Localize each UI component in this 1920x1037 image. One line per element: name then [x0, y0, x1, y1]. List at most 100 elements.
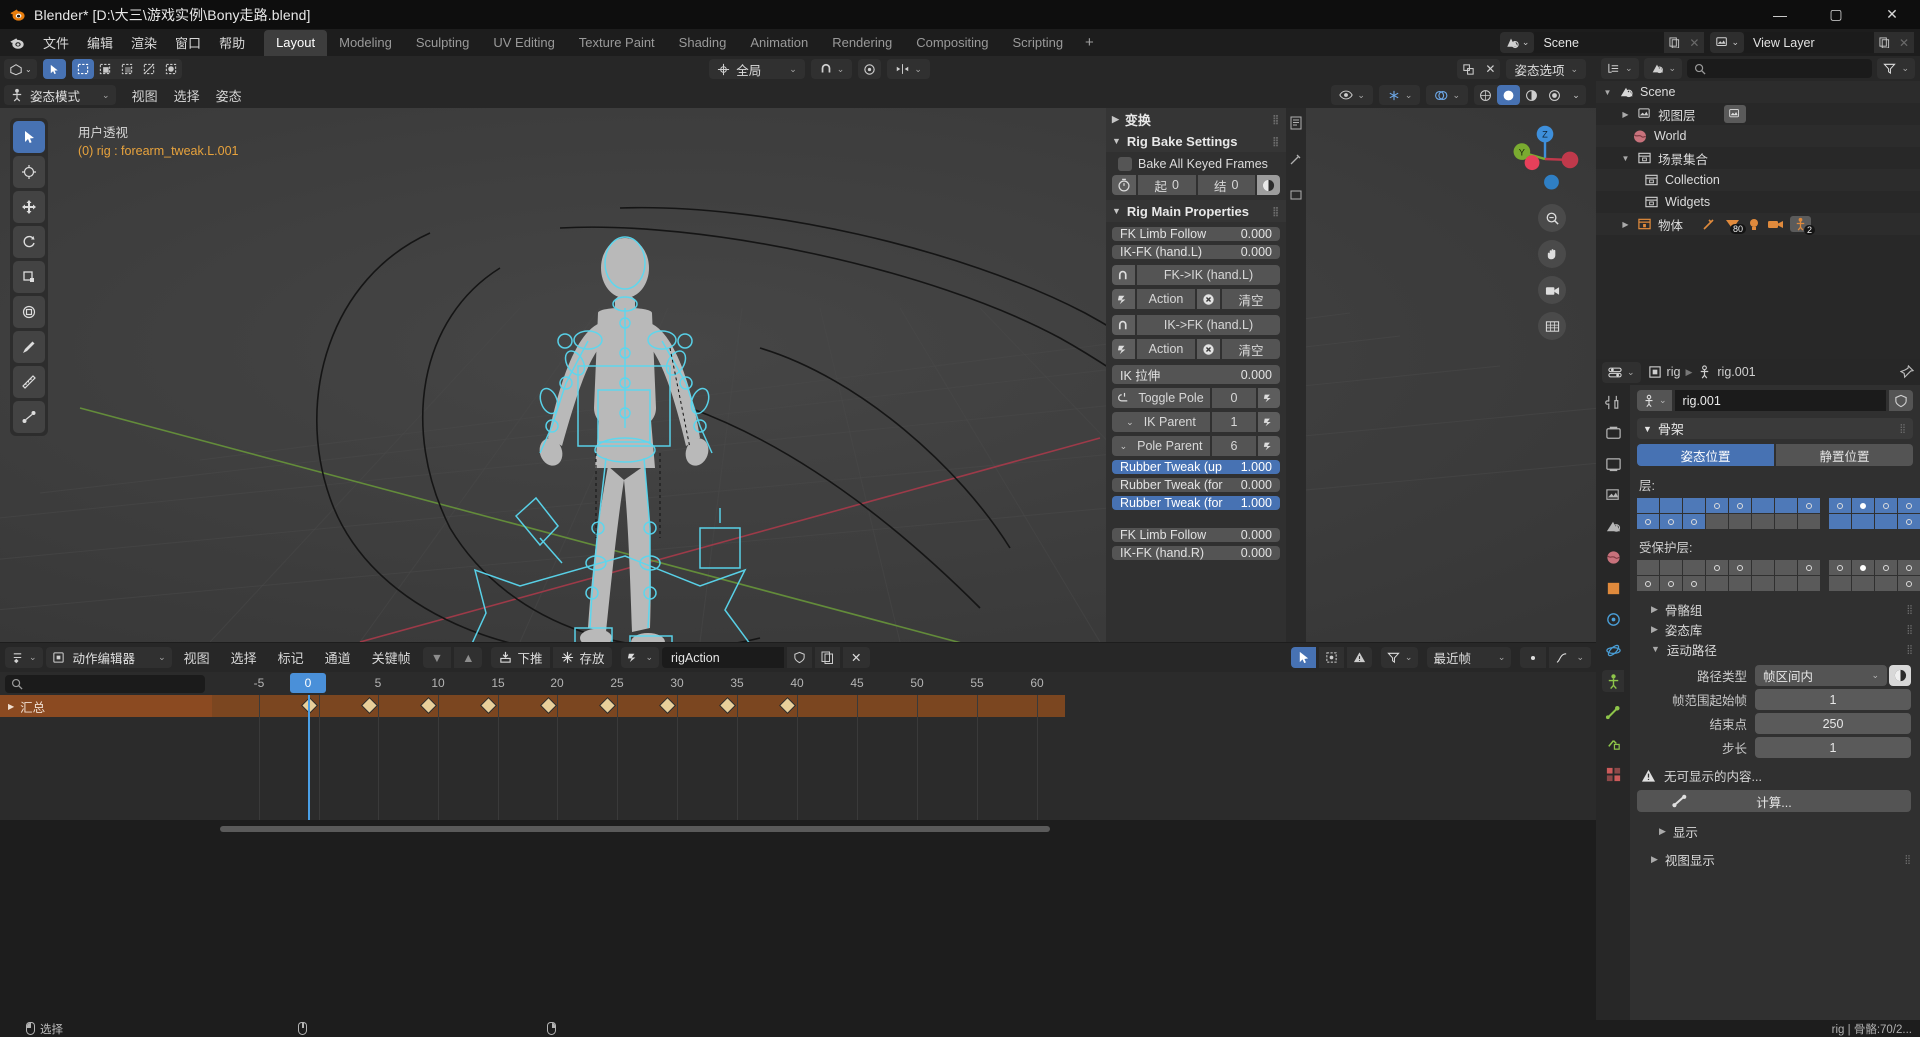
scrollbar-thumb[interactable] — [220, 826, 1050, 832]
tab-sculpting[interactable]: Sculpting — [404, 30, 481, 56]
overlays-selector[interactable]: ⌄ — [1426, 85, 1468, 105]
prop-pole-parent[interactable]: ⌄ Pole Parent 6 — [1112, 436, 1280, 456]
add-workspace-button[interactable]: + — [1075, 31, 1104, 54]
prop-value[interactable]: 0 — [1212, 388, 1256, 408]
layer-cell[interactable] — [1729, 514, 1751, 529]
action-name-field[interactable]: rigAction — [662, 647, 785, 668]
npanel-section-transform[interactable]: ▶ 变换 ⣿ — [1106, 108, 1286, 130]
armature-browse-button[interactable]: ⌄ — [1637, 390, 1672, 411]
layer-cell[interactable] — [1752, 514, 1774, 529]
duplicate-action-button[interactable] — [815, 647, 841, 668]
layer-cell[interactable] — [1798, 560, 1820, 575]
mode-selector[interactable]: 姿态模式 ⌄ — [4, 85, 116, 105]
prop-toggle-pole[interactable]: Toggle Pole 0 — [1112, 388, 1280, 408]
step-value[interactable]: 1 — [1755, 737, 1911, 758]
select-extend-icon[interactable] — [94, 59, 116, 79]
tab-layout[interactable]: Layout — [264, 29, 328, 56]
prop-fk-limb-follow-2[interactable]: FK Limb Follow 0.000 — [1112, 528, 1280, 542]
view-tab-icon[interactable] — [1289, 188, 1303, 202]
channel-search-input[interactable] — [5, 675, 205, 693]
section-pose-library[interactable]: ▶ 姿态库 ⣿ — [1637, 619, 1913, 639]
pole-parent-cell[interactable]: ⌄ Pole Parent — [1112, 436, 1210, 456]
mirror-options-selector[interactable]: ⌄ — [887, 59, 930, 79]
frame-start-value[interactable]: 1 — [1755, 689, 1911, 710]
menu-window[interactable]: 窗口 — [166, 30, 210, 55]
select-box-tool[interactable] — [42, 59, 66, 79]
layer-cell[interactable] — [1875, 514, 1897, 529]
bake-start-field[interactable]: 起 0 — [1138, 175, 1196, 195]
animate-decorator-icon[interactable] — [1258, 412, 1280, 432]
bake-all-checkbox[interactable] — [1118, 157, 1132, 171]
pin-icon[interactable] — [1900, 365, 1914, 379]
toggle-pole-cell[interactable]: Toggle Pole — [1112, 388, 1210, 408]
animate-decorator-icon[interactable] — [1258, 388, 1280, 408]
prop-ik-parent[interactable]: ⌄ IK Parent 1 — [1112, 412, 1280, 432]
proportional-falloff-icon[interactable]: ⌄ — [1549, 647, 1591, 668]
layer-cell[interactable] — [1852, 576, 1874, 591]
layer-cell[interactable] — [1898, 514, 1920, 529]
menu-render[interactable]: 渲染 — [122, 30, 166, 55]
section-display[interactable]: ▶ 显示 — [1637, 821, 1911, 841]
timeline-ruler[interactable]: -5 5 10 15 20 25 30 35 40 45 50 55 60 0 — [212, 672, 1596, 695]
shading-rendered-icon[interactable] — [1543, 85, 1566, 105]
armature-name-field[interactable]: rig.001 — [1674, 390, 1886, 411]
tool-tweak[interactable] — [13, 121, 45, 153]
prop-ikfk-hand-l[interactable]: IK-FK (hand.L) 0.000 — [1112, 245, 1280, 259]
prop-value[interactable]: 1 — [1212, 412, 1256, 432]
breadcrumb-object[interactable]: rig — [1667, 365, 1681, 379]
playhead[interactable] — [308, 695, 310, 820]
frame-end-value[interactable]: 250 — [1755, 713, 1911, 734]
layer-cell[interactable] — [1706, 498, 1728, 513]
tab-tool[interactable] — [1602, 391, 1624, 413]
layer-cell[interactable] — [1660, 514, 1682, 529]
outliner-display-mode[interactable]: ⌄ — [1643, 58, 1683, 79]
editor-type-icon[interactable]: ⌄ — [4, 59, 37, 79]
ik-parent-cell[interactable]: ⌄ IK Parent — [1112, 412, 1210, 432]
tab-armature-data[interactable] — [1602, 670, 1624, 692]
action-label[interactable]: Action — [1137, 289, 1195, 309]
keyframe-diamonds[interactable] — [212, 695, 1596, 820]
tab-compositing[interactable]: Compositing — [904, 30, 1000, 56]
dopesheet-menu-select[interactable]: 选择 — [222, 645, 266, 670]
clear-x-icon[interactable] — [1197, 289, 1220, 309]
viewport-menu-pose[interactable]: 姿态 — [208, 84, 250, 107]
tab-world[interactable] — [1602, 546, 1624, 568]
viewport-menu-select[interactable]: 选择 — [166, 84, 208, 107]
proportional-edit-icon[interactable] — [858, 59, 882, 79]
toggle-xray-icon[interactable] — [1457, 59, 1481, 79]
transform-orientation-selector[interactable]: 全局 ⌄ — [709, 59, 805, 79]
dopesheet-menu-key[interactable]: 关键帧 — [363, 645, 420, 670]
chevron-right-icon[interactable]: ▶ — [1620, 220, 1631, 229]
proportional-edit-dope-icon[interactable] — [1520, 647, 1547, 668]
show-hidden-toggle[interactable] — [1318, 647, 1344, 668]
prop-fk-limb-follow-1[interactable]: FK Limb Follow 0.000 — [1112, 227, 1280, 241]
layer-cell[interactable] — [1729, 576, 1751, 591]
layer-cell[interactable] — [1829, 576, 1851, 591]
tab-bone[interactable] — [1602, 701, 1624, 723]
stash-button[interactable]: 存放 — [553, 647, 613, 668]
new-viewlayer-button[interactable] — [1874, 32, 1894, 53]
layer-cell[interactable] — [1775, 576, 1797, 591]
tab-object[interactable] — [1602, 577, 1624, 599]
layer-cell[interactable] — [1798, 498, 1820, 513]
tab-texture-paint[interactable]: Texture Paint — [567, 30, 667, 56]
pan-hand-icon[interactable] — [1538, 240, 1566, 268]
next-layer-button[interactable]: ▲ — [454, 647, 483, 668]
snap-mode-selector[interactable]: 最近帧 ⌄ — [1427, 647, 1512, 668]
tool-rotate[interactable] — [13, 226, 45, 258]
only-selected-channels-toggle[interactable] — [1290, 647, 1316, 668]
rest-position-toggle[interactable]: 静置位置 — [1776, 444, 1913, 466]
pose-options-selector[interactable]: 姿态选项 ⌄ — [1506, 59, 1587, 79]
animate-property-icon[interactable] — [1257, 175, 1280, 195]
select-set-icon[interactable] — [71, 59, 94, 79]
outliner-row-viewlayer[interactable]: ▶ 视图层 — [1596, 103, 1920, 125]
clear-label[interactable]: 清空 — [1222, 339, 1280, 359]
tab-physics[interactable] — [1602, 639, 1624, 661]
layer-cell[interactable] — [1683, 498, 1705, 513]
action-label[interactable]: Action — [1137, 339, 1195, 359]
outliner-editor-type[interactable]: ⌄ — [1601, 58, 1639, 79]
scene-browse-icon[interactable]: ⌄ — [1499, 32, 1535, 53]
chevron-right-icon[interactable]: ▶ — [1620, 110, 1631, 119]
layer-cell[interactable] — [1752, 560, 1774, 575]
protected-layers-grid[interactable] — [1637, 560, 1920, 591]
